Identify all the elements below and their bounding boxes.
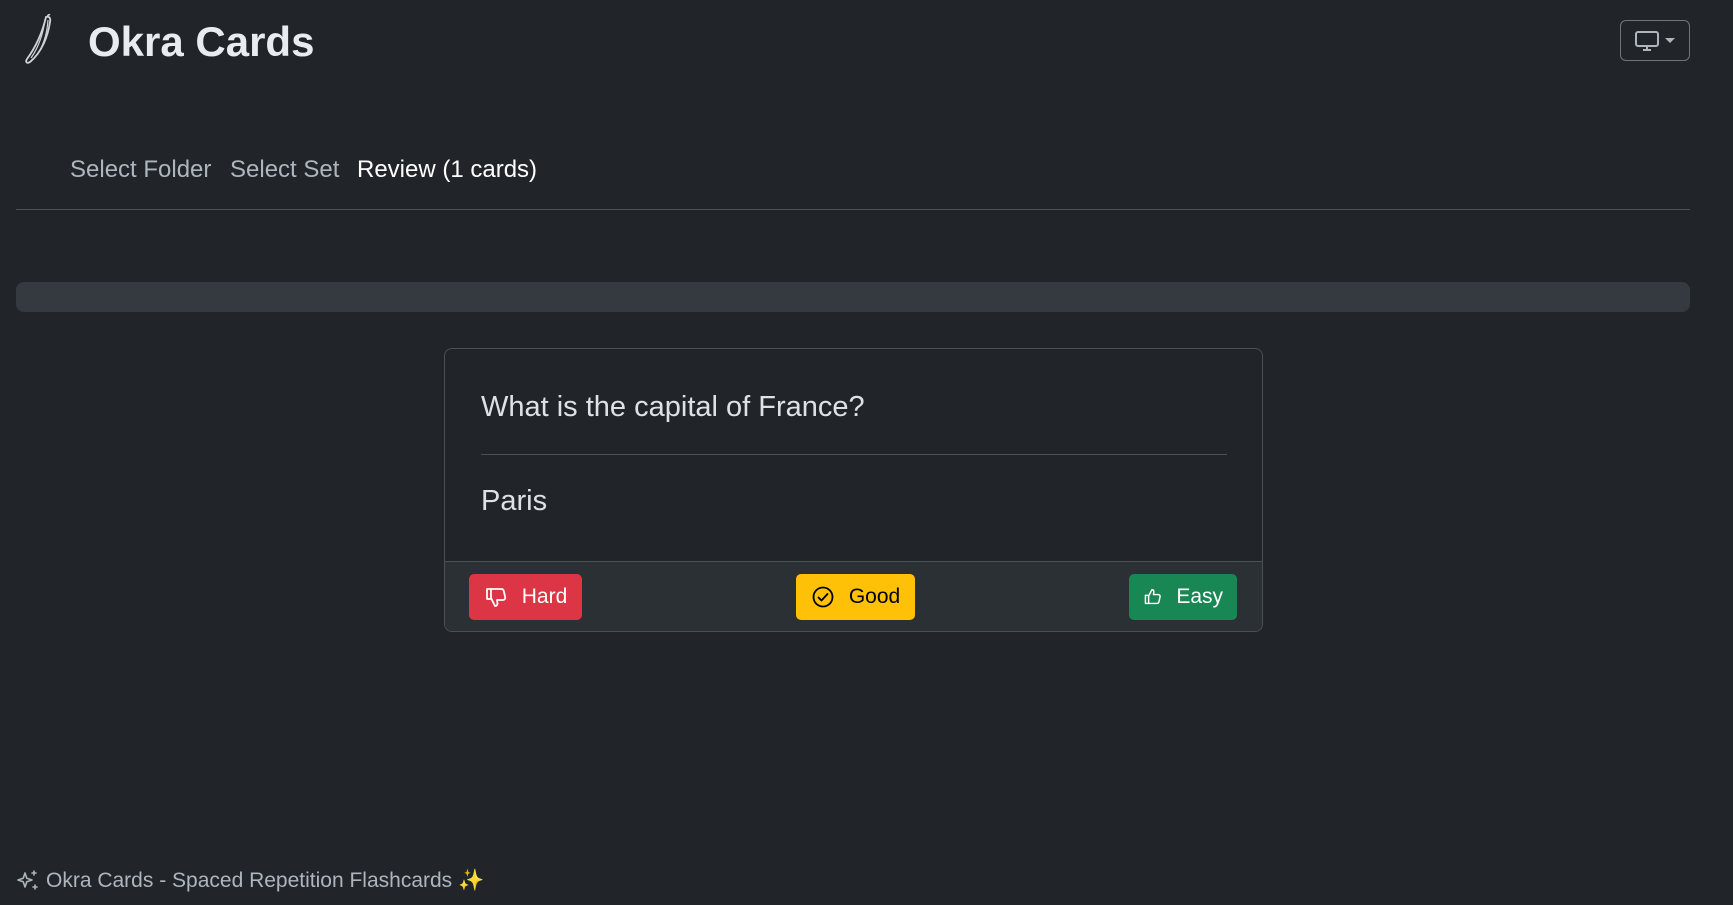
okra-logo-icon [25, 14, 52, 64]
easy-button-label: Easy [1176, 585, 1223, 608]
good-button[interactable]: Good [796, 574, 915, 620]
page-footer: Okra Cards - Spaced Repetition Flashcard… [16, 866, 484, 896]
thumbs-up-icon [1144, 589, 1161, 605]
hard-button[interactable]: Hard [469, 574, 582, 620]
sparkle-emoji-icon: ✨ [458, 869, 485, 892]
theme-toggle-button[interactable] [1620, 20, 1690, 61]
flashcard-body: What is the capital of France? Paris [445, 349, 1262, 561]
card-question: What is the capital of France? [481, 391, 865, 423]
thumbs-down-icon [485, 588, 506, 607]
good-button-label: Good [848, 585, 901, 608]
nav-review[interactable]: Review (1 cards) [357, 150, 537, 190]
header: Okra Cards [0, 0, 1733, 86]
flashcard: What is the capital of France? Paris Har… [444, 348, 1263, 632]
footer-text: Okra Cards - Spaced Repetition Flashcard… [46, 869, 453, 892]
card-answer: Paris [481, 485, 548, 517]
nav-select-folder[interactable]: Select Folder [70, 150, 211, 190]
check-circle-icon [812, 586, 834, 608]
review-progress-bar [16, 282, 1690, 312]
step-nav: Select Folder Select Set Review (1 cards… [16, 148, 1690, 210]
sparkles-icon [17, 870, 38, 890]
flashcard-footer: Hard Good Easy [445, 561, 1262, 631]
app-root: Okra Cards Select Folder Select Set Revi… [0, 0, 1733, 905]
app-title: Okra Cards [88, 18, 315, 65]
nav-select-set[interactable]: Select Set [230, 150, 339, 190]
hard-button-label: Hard [521, 585, 568, 608]
caret-down-icon [1665, 37, 1675, 43]
easy-button[interactable]: Easy [1129, 574, 1237, 620]
card-divider [481, 454, 1227, 455]
monitor-icon [1635, 30, 1659, 51]
